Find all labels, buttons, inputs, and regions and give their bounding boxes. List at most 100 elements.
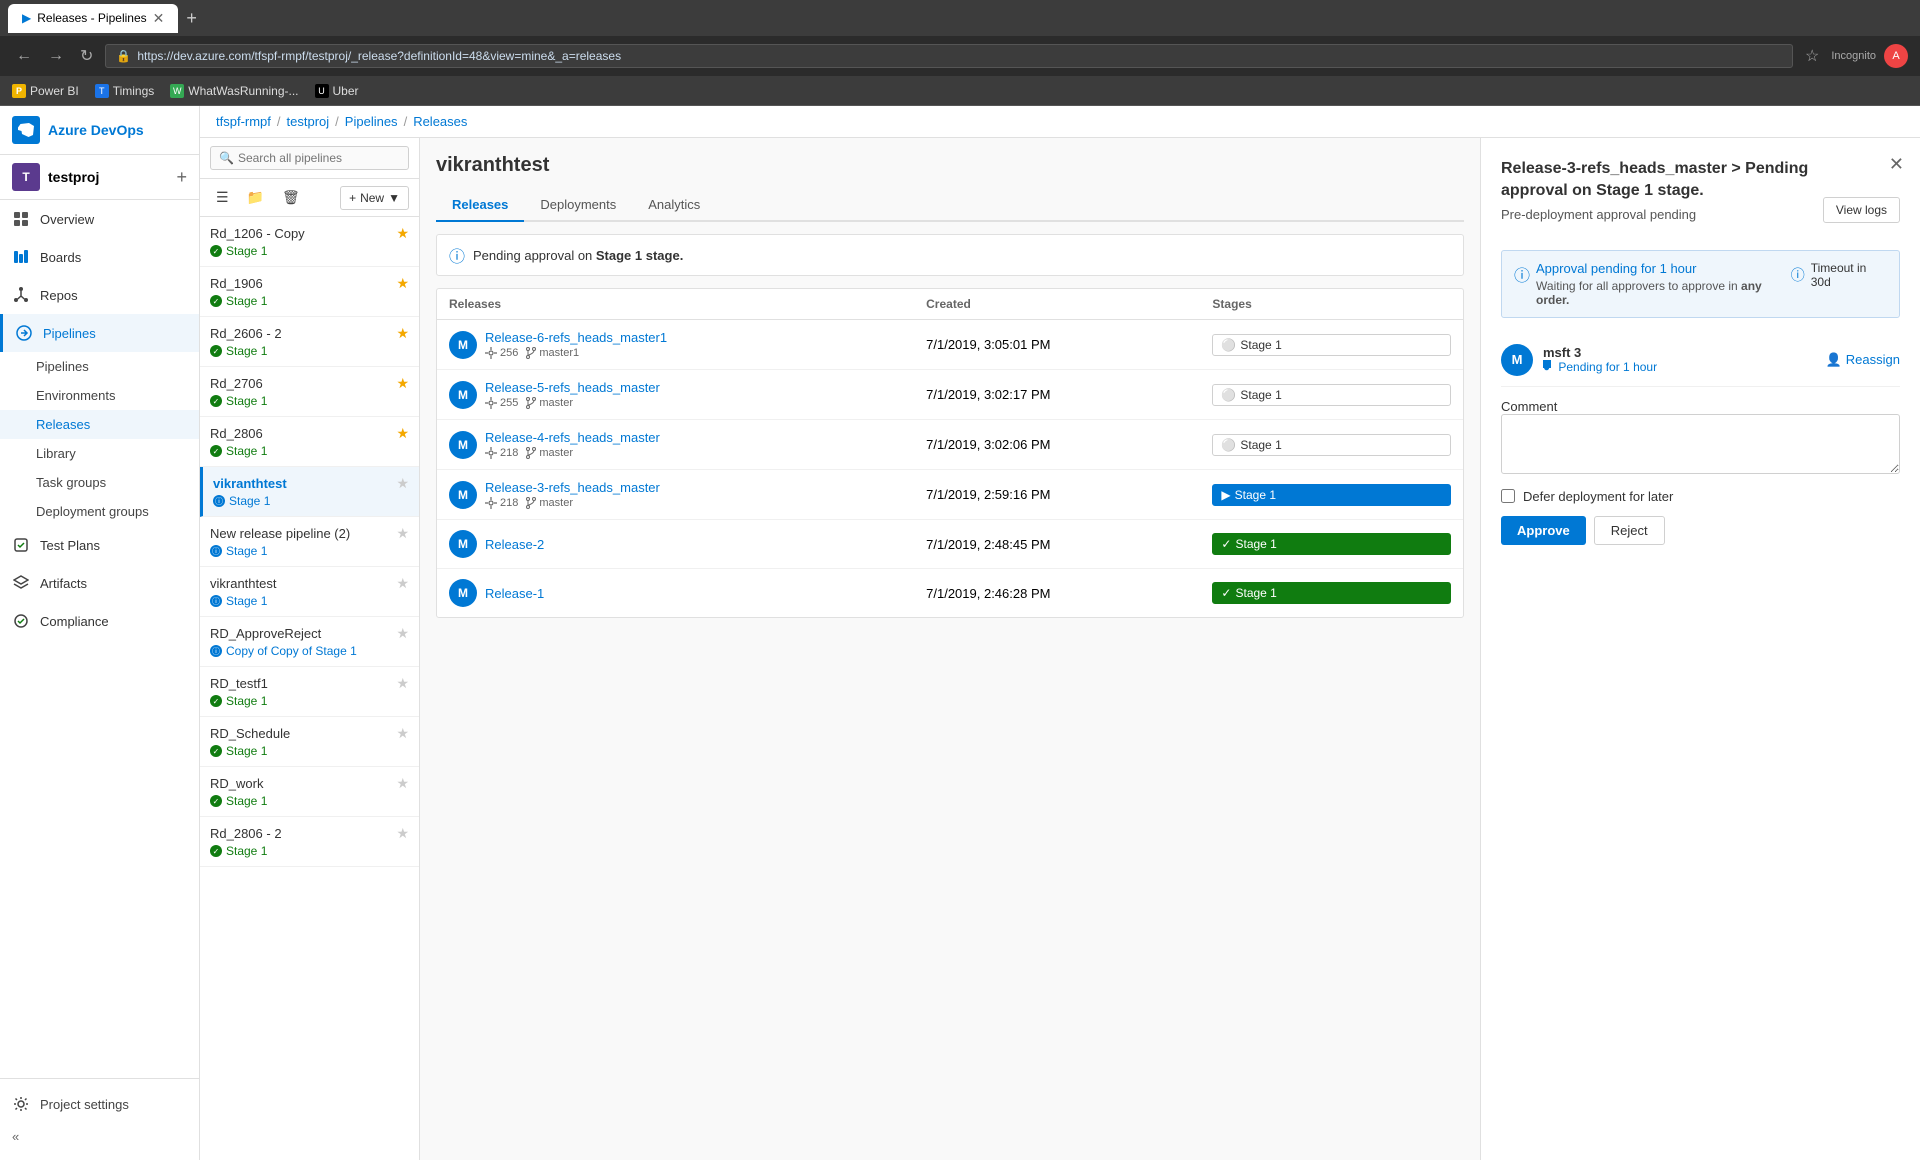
sidebar-sub-task-groups[interactable]: Task groups bbox=[0, 468, 199, 497]
star-empty-icon[interactable]: ★ bbox=[396, 625, 409, 642]
pipeline-item[interactable]: Rd_2806 ★ ✓ Stage 1 bbox=[200, 417, 419, 467]
add-project-icon[interactable]: + bbox=[176, 167, 187, 188]
stage-badge-outline[interactable]: ⚪ Stage 1 bbox=[1212, 434, 1451, 456]
star-empty-icon[interactable]: ★ bbox=[396, 775, 409, 792]
star-empty-icon[interactable]: ★ bbox=[396, 575, 409, 592]
forward-button[interactable]: → bbox=[44, 43, 68, 69]
reload-button[interactable]: ↻ bbox=[76, 42, 97, 70]
list-view-btn[interactable]: ☰ bbox=[210, 185, 235, 210]
star-empty-icon[interactable]: ★ bbox=[396, 475, 409, 492]
star-filled-icon[interactable]: ★ bbox=[396, 375, 409, 392]
stage-badge-outline[interactable]: ⚪ Stage 1 bbox=[1212, 334, 1451, 356]
star-empty-icon[interactable]: ★ bbox=[396, 525, 409, 542]
sidebar-sub-releases[interactable]: Releases bbox=[0, 410, 199, 439]
approve-button[interactable]: Approve bbox=[1501, 516, 1586, 545]
bookmark-timings[interactable]: T Timings bbox=[95, 84, 155, 98]
sidebar-item-repos[interactable]: Repos bbox=[0, 276, 199, 314]
address-bar[interactable]: 🔒 https://dev.azure.com/tfspf-rmpf/testp… bbox=[105, 44, 1793, 68]
sidebar-sub-library[interactable]: Library bbox=[0, 439, 199, 468]
sidebar-item-overview[interactable]: Overview bbox=[0, 200, 199, 238]
bookmark-power-bi[interactable]: P Power BI bbox=[12, 84, 79, 98]
comment-textarea[interactable] bbox=[1501, 414, 1900, 474]
release-link[interactable]: Release-6-refs_heads_master1 bbox=[485, 330, 667, 345]
tab-releases[interactable]: Releases bbox=[436, 189, 524, 222]
pipeline-item[interactable]: Rd_2806 - 2 ★ ✓ Stage 1 bbox=[200, 817, 419, 867]
defer-label[interactable]: Defer deployment for later bbox=[1523, 489, 1673, 504]
breadcrumb-pipelines[interactable]: Pipelines bbox=[345, 114, 398, 129]
star-empty-icon[interactable]: ★ bbox=[396, 825, 409, 842]
defer-checkbox[interactable] bbox=[1501, 489, 1515, 503]
breadcrumb-releases[interactable]: Releases bbox=[413, 114, 467, 129]
star-empty-icon[interactable]: ★ bbox=[396, 725, 409, 742]
release-link[interactable]: Release-3-refs_heads_master bbox=[485, 480, 660, 495]
stage-badge-outline[interactable]: ⚪ Stage 1 bbox=[1212, 384, 1451, 406]
timeout-text: Timeout in 30d bbox=[1811, 261, 1887, 289]
commits-count: 218 bbox=[485, 447, 518, 459]
pipeline-item-name: Rd_2806 - 2 bbox=[210, 826, 282, 841]
browser-tab[interactable]: ▶ Releases - Pipelines ✕ bbox=[8, 4, 178, 33]
chevron-down-icon[interactable]: ▼ bbox=[388, 191, 400, 205]
pipeline-list-search-area: 🔍 bbox=[200, 138, 419, 179]
sidebar-sub-deployment-groups[interactable]: Deployment groups bbox=[0, 497, 199, 526]
view-logs-btn[interactable]: View logs bbox=[1823, 197, 1900, 223]
bookmark-uber[interactable]: U Uber bbox=[315, 84, 359, 98]
collapse-sidebar-btn[interactable]: « bbox=[0, 1121, 199, 1152]
breadcrumb-project[interactable]: testproj bbox=[287, 114, 330, 129]
release-link[interactable]: Release-4-refs_heads_master bbox=[485, 430, 660, 445]
reject-button[interactable]: Reject bbox=[1594, 516, 1665, 545]
star-icon[interactable]: ☆ bbox=[1801, 42, 1823, 70]
pipeline-item[interactable]: vikranthtest ★ ⓘ Stage 1 bbox=[200, 567, 419, 617]
star-filled-icon[interactable]: ★ bbox=[396, 325, 409, 342]
power-bi-icon: P bbox=[12, 84, 26, 98]
sidebar-item-artifacts[interactable]: Artifacts bbox=[0, 564, 199, 602]
close-panel-btn[interactable]: ✕ bbox=[1889, 154, 1904, 175]
star-filled-icon[interactable]: ★ bbox=[396, 275, 409, 292]
table-row: M Release-3-refs_heads_master 218 bbox=[437, 470, 1463, 520]
search-input[interactable] bbox=[238, 151, 400, 165]
sidebar-sub-environments[interactable]: Environments bbox=[0, 381, 199, 410]
pipeline-item[interactable]: Rd_2706 ★ ✓ Stage 1 bbox=[200, 367, 419, 417]
collapse-icon: « bbox=[12, 1129, 19, 1144]
tab-deployments[interactable]: Deployments bbox=[524, 189, 632, 222]
star-filled-icon[interactable]: ★ bbox=[396, 425, 409, 442]
release-link[interactable]: Release-2 bbox=[485, 537, 544, 552]
new-tab-icon[interactable]: + bbox=[186, 8, 197, 29]
breadcrumb-org[interactable]: tfspf-rmpf bbox=[216, 114, 271, 129]
release-name-cell: M Release-3-refs_heads_master 218 bbox=[449, 480, 926, 509]
info-box-right: ⓘ Timeout in 30d bbox=[1791, 261, 1887, 289]
pipeline-item-active[interactable]: vikranthtest ★ ⓘ Stage 1 bbox=[200, 467, 419, 517]
star-empty-icon[interactable]: ★ bbox=[396, 675, 409, 692]
star-filled-icon[interactable]: ★ bbox=[396, 225, 409, 242]
test-plans-icon bbox=[12, 536, 30, 554]
reassign-btn[interactable]: 👤 Reassign bbox=[1826, 352, 1900, 368]
release-link[interactable]: Release-1 bbox=[485, 586, 544, 601]
search-box[interactable]: 🔍 bbox=[210, 146, 409, 170]
release-link[interactable]: Release-5-refs_heads_master bbox=[485, 380, 660, 395]
pipeline-item[interactable]: RD_Schedule ★ ✓ Stage 1 bbox=[200, 717, 419, 767]
stage-badge-blue[interactable]: ▶ Stage 1 bbox=[1212, 484, 1451, 506]
compliance-icon bbox=[12, 612, 30, 630]
new-pipeline-btn[interactable]: + New ▼ bbox=[340, 186, 409, 210]
pipeline-item[interactable]: New release pipeline (2) ★ ⓘ Stage 1 bbox=[200, 517, 419, 567]
stage-badge-green[interactable]: ✓ Stage 1 bbox=[1212, 582, 1451, 604]
back-button[interactable]: ← bbox=[12, 43, 36, 69]
tab-close-icon[interactable]: ✕ bbox=[153, 10, 165, 27]
profile-avatar[interactable]: A bbox=[1884, 44, 1908, 68]
project-settings-item[interactable]: Project settings bbox=[0, 1087, 199, 1121]
bookmark-whatwasrunning[interactable]: W WhatWasRunning-... bbox=[170, 84, 298, 98]
sidebar-item-test-plans[interactable]: Test Plans bbox=[0, 526, 199, 564]
stage-badge-green[interactable]: ✓ Stage 1 bbox=[1212, 533, 1451, 555]
pipeline-item[interactable]: Rd_2606 - 2 ★ ✓ Stage 1 bbox=[200, 317, 419, 367]
sidebar-item-boards[interactable]: Boards bbox=[0, 238, 199, 276]
pipeline-item[interactable]: Rd_1906 ★ ✓ Stage 1 bbox=[200, 267, 419, 317]
delete-btn[interactable]: 🗑 bbox=[276, 185, 306, 210]
pipeline-item[interactable]: Rd_1206 - Copy ★ ✓ Stage 1 bbox=[200, 217, 419, 267]
pipeline-item[interactable]: RD_testf1 ★ ✓ Stage 1 bbox=[200, 667, 419, 717]
sidebar-item-pipelines[interactable]: Pipelines bbox=[0, 314, 199, 352]
folder-view-btn[interactable]: 📁 bbox=[241, 185, 270, 210]
sidebar-sub-pipelines[interactable]: Pipelines bbox=[0, 352, 199, 381]
tab-analytics[interactable]: Analytics bbox=[632, 189, 716, 222]
sidebar-item-compliance[interactable]: Compliance bbox=[0, 602, 199, 640]
pipeline-item[interactable]: RD_work ★ ✓ Stage 1 bbox=[200, 767, 419, 817]
pipeline-item[interactable]: RD_ApproveReject ★ ⓘ Copy of Copy of Sta… bbox=[200, 617, 419, 667]
